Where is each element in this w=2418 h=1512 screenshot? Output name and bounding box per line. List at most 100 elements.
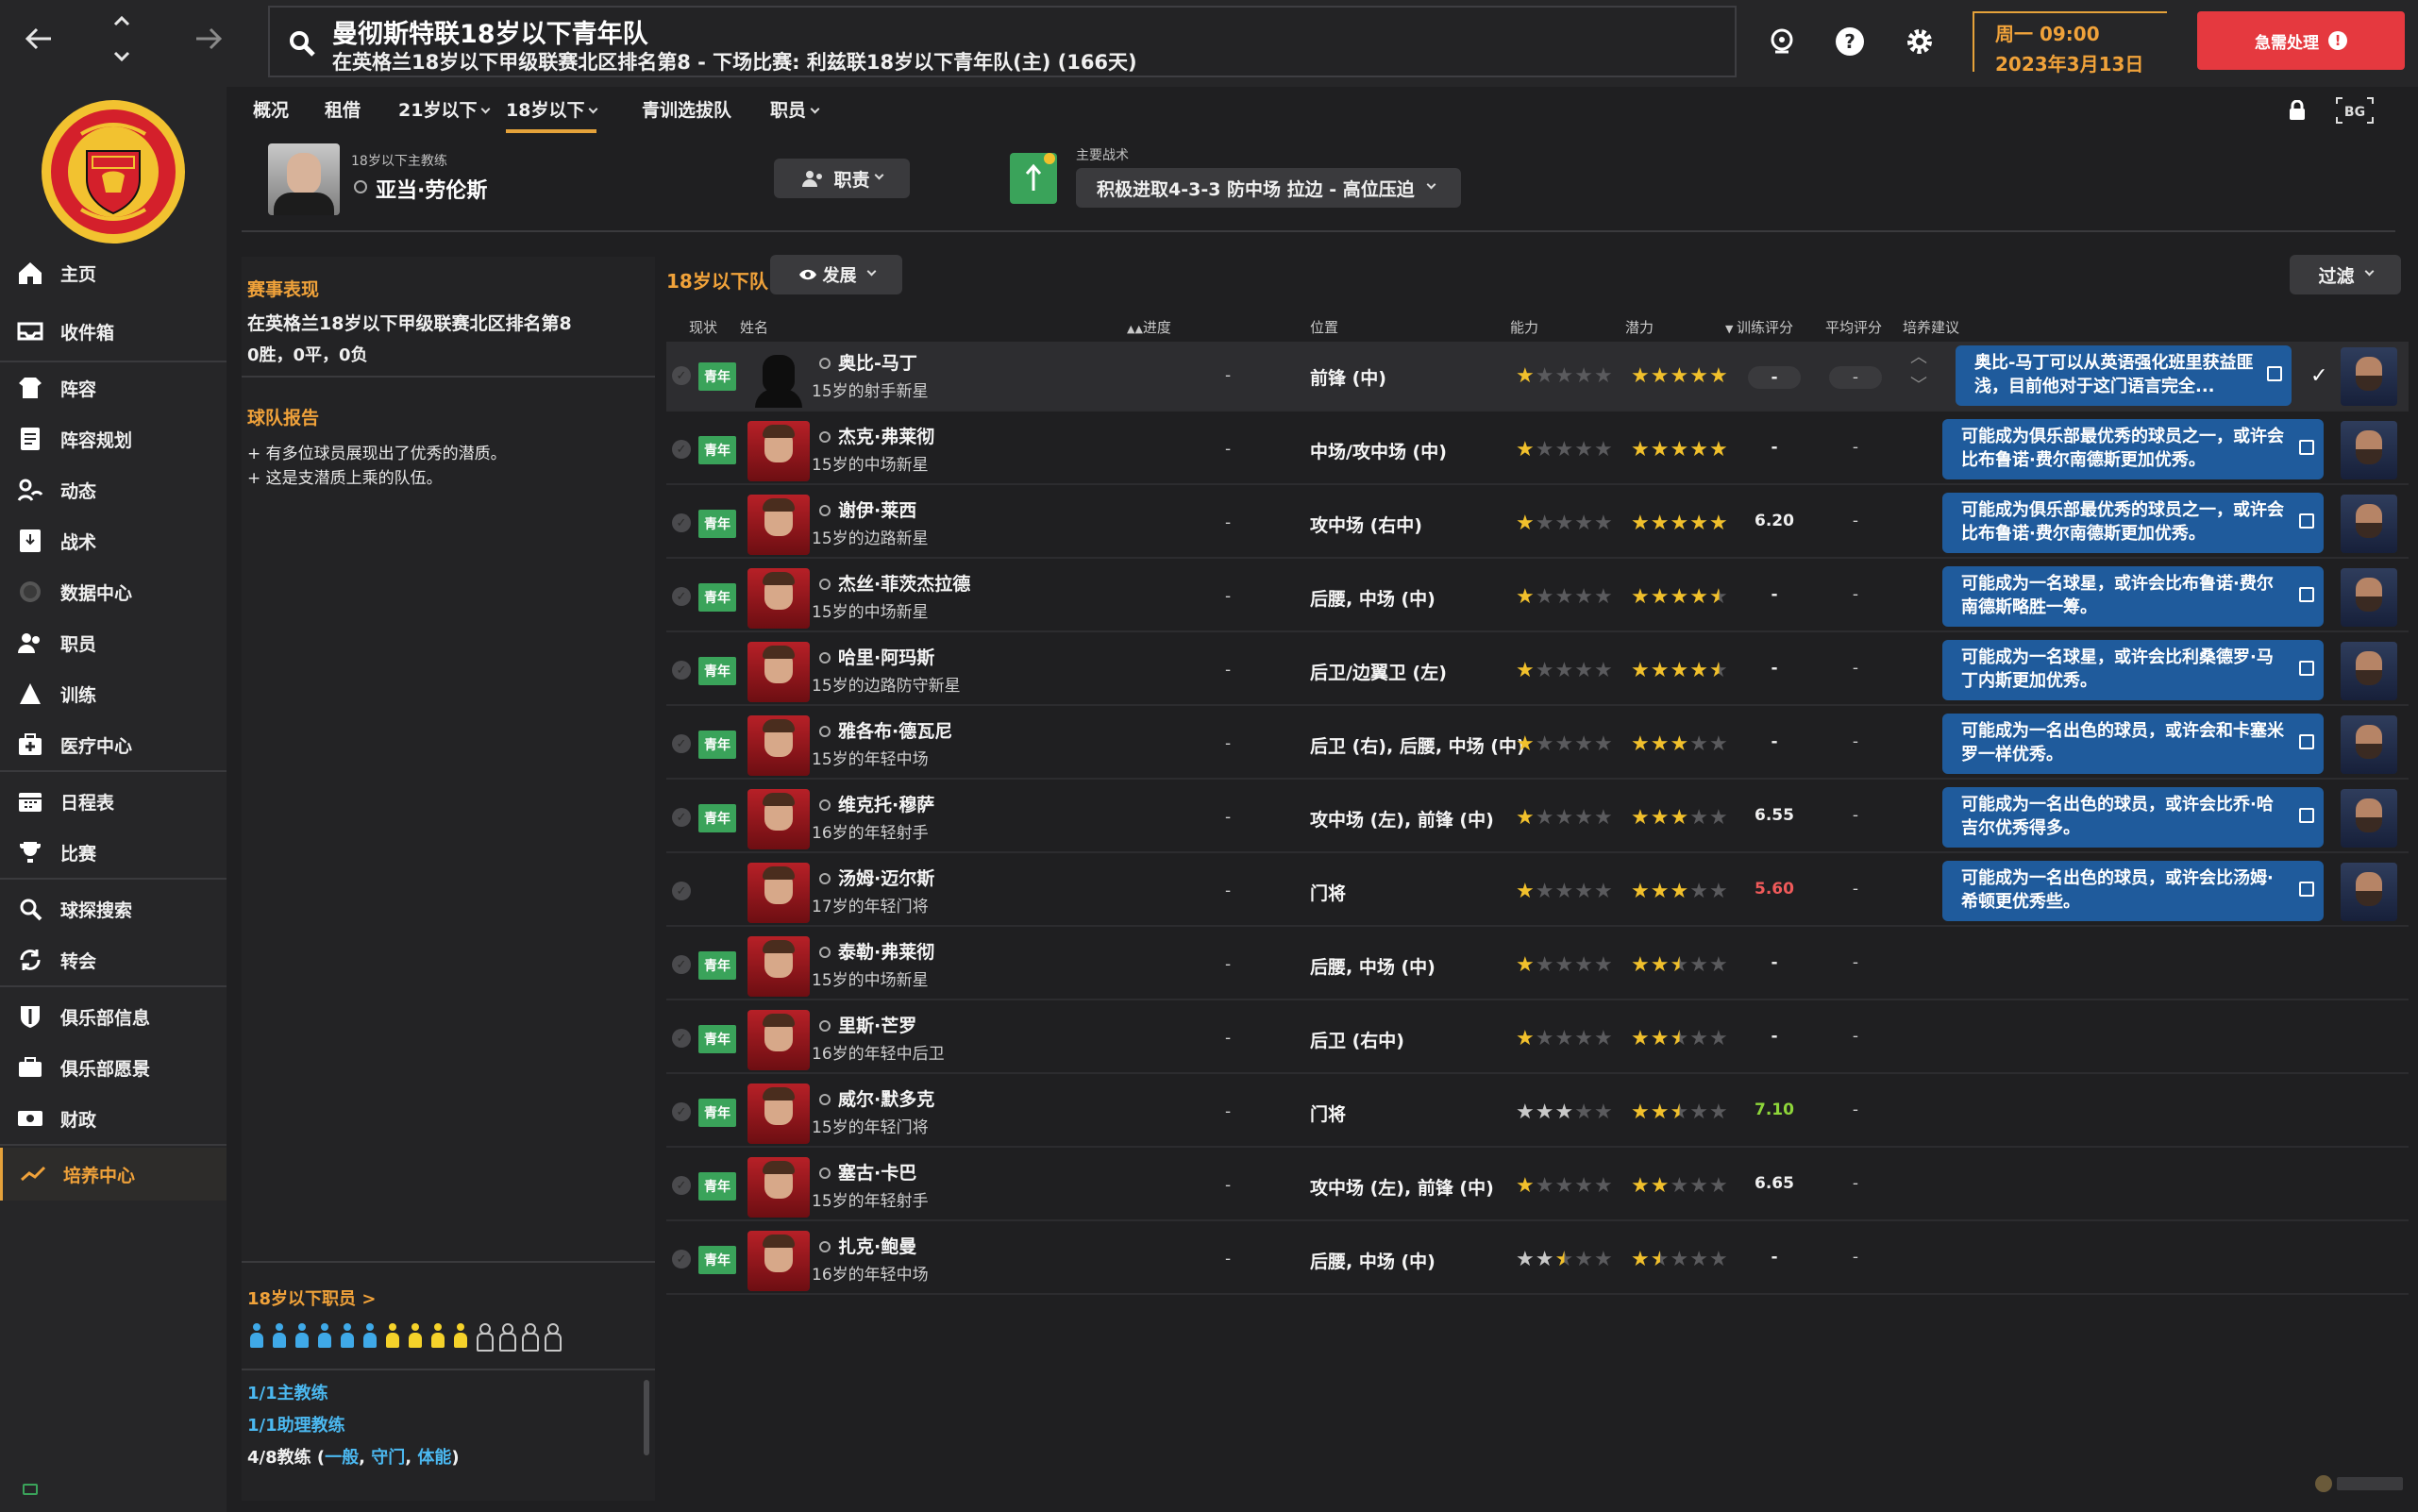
sidebar-item-squad[interactable]: 阵容 [0,366,227,410]
urgent-button[interactable]: 急需处理 ! [2197,11,2405,70]
lock-icon[interactable] [2288,99,2307,125]
player-name[interactable]: 里斯·芒罗 [819,1012,916,1037]
table-row[interactable]: ✓ 青年 维克托·穆萨 16岁的年轻射手 - 攻中场 (左), 前锋 (中) ★★★★★ ★★… [666,783,2409,853]
player-name[interactable]: 雅各布·德瓦尼 [819,717,952,743]
select-checkbox[interactable]: ✓ [672,1250,691,1268]
player-photo[interactable] [747,936,810,997]
sidebar-item-club-vision[interactable]: 俱乐部愿景 [0,1046,227,1089]
development-advice[interactable]: 可能成为一名出色的球员，或许会比汤姆·希顿更优秀些。 [1942,861,2324,921]
col-potential[interactable]: 潜力 [1625,317,1654,337]
select-checkbox[interactable]: ✓ [672,366,691,385]
development-advice[interactable]: 可能成为一名球星，或许会比布鲁诺·费尔南德斯略胜一筹。 [1942,566,2324,627]
development-advice[interactable]: 可能成为俱乐部最优秀的球员之一，或许会比布鲁诺·费尔南德斯更加优秀。 [1942,419,2324,479]
tab-staff[interactable]: 职员 [770,96,820,122]
select-checkbox[interactable]: ✓ [672,513,691,532]
player-photo[interactable] [747,495,810,555]
development-advice[interactable]: 可能成为一名出色的球员，或许会和卡塞米罗一样优秀。 [1942,714,2324,774]
staff-avatar[interactable] [2341,642,2397,700]
coach-fitness-link[interactable]: 体能 [417,1448,451,1468]
expand-icon[interactable] [2299,661,2314,676]
sidebar-item-tactics[interactable]: 战术 [0,519,227,563]
col-progress[interactable]: ▲▲进度 [1127,317,1171,337]
gear-icon[interactable] [1901,23,1939,60]
select-checkbox[interactable]: ✓ [672,882,691,900]
staff-avatar[interactable] [2341,863,2397,921]
filter-button[interactable]: 过滤 [2290,255,2401,294]
expand-icon[interactable] [2299,587,2314,602]
table-row[interactable]: ✓ 青年 泰勒·弗莱彻 15岁的中场新星 - 后腰, 中场 (中) ★★★★★ ★★★★★ - - [666,931,2409,1000]
tab-loans[interactable]: 租借 [325,96,361,122]
development-advice[interactable]: 奥比-马丁可以从英语强化班里获益匪浅，目前他对于这门语言完全... [1956,345,2292,406]
table-row[interactable]: ✓ 青年 奥比-马丁 15岁的射手新星 - 前锋 (中) ★★★★★ ★★★★★ - - ︿ ﹀ 奥比-… [666,342,2409,412]
back-arrow-icon[interactable] [23,23,55,60]
select-checkbox[interactable]: ✓ [672,734,691,753]
coach-general-link[interactable]: 一般 [325,1448,359,1468]
help-icon[interactable]: ? [1831,23,1869,60]
player-name[interactable]: 扎克·鲍曼 [819,1233,916,1258]
col-avg-rating[interactable]: 平均评分 [1825,317,1882,337]
select-checkbox[interactable]: ✓ [672,955,691,974]
select-checkbox[interactable]: ✓ [672,1176,691,1195]
staff-avatar[interactable] [2341,421,2397,479]
player-photo[interactable] [747,347,810,408]
player-name[interactable]: 杰丝·菲茨杰拉德 [819,570,970,596]
sidebar-item-staff[interactable]: 职员 [0,621,227,664]
expand-icon[interactable] [2299,440,2314,455]
background-toggle-icon[interactable]: BG [2335,96,2375,128]
coach-photo[interactable] [268,143,340,215]
player-name[interactable]: 谢伊·莱西 [819,496,916,522]
table-row[interactable]: ✓ 青年 里斯·芒罗 16岁的年轻中后卫 - 后卫 (右中) ★★★★★ ★★★★★ - - [666,1004,2409,1074]
table-row[interactable]: ✓ 青年 杰克·弗莱彻 15岁的中场新星 - 中场/攻中场 (中) ★★★★★ ★★★★★ - -… [666,415,2409,485]
select-checkbox[interactable]: ✓ [672,1102,691,1121]
player-name[interactable]: 汤姆·迈尔斯 [819,865,934,890]
staff-assistant-link[interactable]: 1/1助理教练 [247,1412,345,1436]
sidebar-item-competitions[interactable]: 比赛 [0,831,227,874]
development-advice[interactable]: 可能成为一名出色的球员，或许会比乔·哈吉尔优秀得多。 [1942,787,2324,848]
scrollbar[interactable] [644,1380,649,1455]
table-row[interactable]: ✓ 青年 塞古·卡巴 15岁的年轻射手 - 攻中场 (左), 前锋 (中) ★★★★★ ★★★… [666,1151,2409,1221]
chevron-down-icon[interactable] [111,47,132,68]
sidebar-item-home[interactable]: 主页 [0,251,227,294]
expand-icon[interactable] [2299,513,2314,529]
player-photo[interactable] [747,421,810,481]
tactic-dropdown[interactable]: 积极进取4-3-3 防中场 拉边 - 高位压迫 [1076,168,1461,208]
table-row[interactable]: ✓ 青年 扎克·鲍曼 16岁的年轻中场 - 后腰, 中场 (中) ★★★★★ ★★★★★ - - [666,1225,2409,1295]
expand-icon[interactable] [2299,808,2314,823]
select-checkbox[interactable]: ✓ [672,440,691,459]
staff-avatar[interactable] [2341,568,2397,627]
player-name[interactable]: 维克托·穆萨 [819,791,934,816]
tab-overview[interactable]: 概况 [253,96,289,122]
table-row[interactable]: ✓ 青年 哈里·阿玛斯 15岁的边路防守新星 - 后卫/边翼卫 (左) ★★★★★ ★★★★★… [666,636,2409,706]
chevron-up-icon[interactable] [111,11,132,32]
sidebar-item-squad-planner[interactable]: 阵容规划 [0,417,227,461]
view-dropdown[interactable]: 发展 [770,255,902,294]
table-row[interactable]: ✓ 青年 谢伊·莱西 15岁的边路新星 - 攻中场 (右中) ★★★★★ ★★★★★ 6.20 -… [666,489,2409,559]
sidebar-item-data-hub[interactable]: 数据中心 [0,570,227,613]
staff-heading-link[interactable]: 18岁以下职员 > [247,1285,376,1310]
player-photo[interactable] [747,1084,810,1144]
col-name[interactable]: 姓名 [740,317,768,337]
expand-icon[interactable] [2299,882,2314,897]
sidebar-item-schedule[interactable]: 日程表 [0,780,227,823]
player-name[interactable]: 威尔·默多克 [819,1085,934,1111]
col-advice[interactable]: 培养建议 [1903,317,1959,337]
expand-icon[interactable] [2299,734,2314,749]
development-advice[interactable]: 可能成为一名球星，或许会比利桑德罗·马丁内斯更加优秀。 [1942,640,2324,700]
sidebar-item-finance[interactable]: 财政 [0,1097,227,1140]
player-name[interactable]: 奥比-马丁 [819,349,917,375]
staff-avatar[interactable] [2341,715,2397,774]
advice-scroll-arrows[interactable]: ︿ ﹀ [1910,344,1927,400]
forward-arrow-icon[interactable] [193,23,225,60]
player-name[interactable]: 杰克·弗莱彻 [819,423,934,448]
table-row[interactable]: ✓ 青年 雅各布·德瓦尼 15岁的年轻中场 - 后卫 (右), 后腰, 中场 (中) ★★★… [666,710,2409,780]
player-photo[interactable] [747,1010,810,1070]
staff-avatar[interactable] [2341,789,2397,848]
table-row[interactable]: ✓ 汤姆·迈尔斯 17岁的年轻门将 - 门将 ★★★★★ ★★★★★ 5.60 - 可能成为一名出… [666,857,2409,927]
date-display[interactable]: 周一 09:00 2023年3月13日 [1973,11,2167,76]
player-photo[interactable] [747,1231,810,1291]
search-box[interactable]: 曼彻斯特联18岁以下青年队 在英格兰18岁以下甲级联赛北区排名第8 - 下场比赛… [268,6,1737,77]
select-checkbox[interactable]: ✓ [672,661,691,680]
sidebar-item-medical[interactable]: 医疗中心 [0,723,227,766]
sidebar-item-inbox[interactable]: 收件箱 [0,310,227,353]
development-advice[interactable]: 可能成为俱乐部最优秀的球员之一，或许会比布鲁诺·费尔南德斯更加优秀。 [1942,493,2324,553]
